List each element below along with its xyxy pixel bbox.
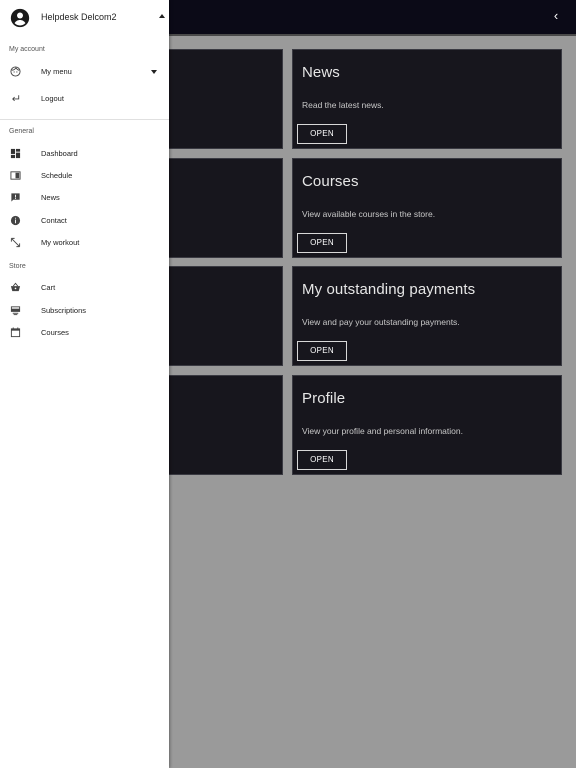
dashboard-card-hidden bbox=[168, 375, 283, 475]
section-store: Store bbox=[9, 263, 26, 270]
menu-item-logout[interactable]: Logout bbox=[0, 89, 169, 109]
outstanding-payments-card: My outstanding payments View and pay you… bbox=[292, 266, 562, 366]
menu-item-subscriptions[interactable]: Subscriptions bbox=[0, 301, 169, 321]
profile-card: Profile View your profile and personal i… bbox=[292, 375, 562, 475]
section-general: General bbox=[9, 128, 34, 135]
card-description: View and pay your outstanding payments. bbox=[302, 317, 460, 327]
caret-down-icon[interactable] bbox=[151, 70, 157, 74]
menu-item-my-menu[interactable]: My menu bbox=[0, 62, 169, 82]
dashboard-card-hidden bbox=[168, 49, 283, 149]
news-card: News Read the latest news. OPEN bbox=[292, 49, 562, 149]
subscriptions-icon bbox=[10, 306, 21, 316]
resize-arrows-icon bbox=[10, 237, 21, 248]
card-description: View available courses in the store. bbox=[302, 209, 436, 219]
dashboard-card-hidden bbox=[168, 266, 283, 366]
menu-item-label: Cart bbox=[41, 283, 56, 292]
dashboard-icon bbox=[10, 148, 21, 159]
menu-item-label: Logout bbox=[41, 94, 64, 103]
card-title: Courses bbox=[302, 173, 359, 190]
schedule-icon bbox=[10, 171, 21, 180]
face-icon bbox=[10, 66, 21, 77]
menu-item-dashboard[interactable]: Dashboard bbox=[0, 144, 169, 164]
menu-item-label: My workout bbox=[41, 238, 80, 247]
card-title: Profile bbox=[302, 390, 346, 407]
card-title: My outstanding payments bbox=[302, 281, 476, 298]
drawer-account-header[interactable]: Helpdesk Delcom2 bbox=[0, 0, 169, 36]
section-my-account: My account bbox=[9, 46, 45, 53]
menu-item-cart[interactable]: Cart bbox=[0, 278, 169, 298]
open-profile-button[interactable]: OPEN bbox=[297, 450, 347, 470]
menu-item-schedule[interactable]: Schedule bbox=[0, 166, 169, 186]
menu-item-news[interactable]: News bbox=[0, 188, 169, 208]
drawer-divider bbox=[0, 119, 169, 120]
user-name: Helpdesk Delcom2 bbox=[41, 12, 117, 22]
menu-item-label: Dashboard bbox=[41, 149, 78, 158]
card-title: News bbox=[302, 64, 340, 81]
menu-item-label: Subscriptions bbox=[41, 306, 87, 315]
menu-item-my-workout[interactable]: My workout bbox=[0, 233, 169, 253]
menu-item-label: Schedule bbox=[41, 171, 73, 180]
menu-item-contact[interactable]: Contact bbox=[0, 211, 169, 231]
dashboard-card-hidden bbox=[168, 158, 283, 258]
courses-card: Courses View available courses in the st… bbox=[292, 158, 562, 258]
open-payments-button[interactable]: OPEN bbox=[297, 341, 347, 361]
open-courses-button[interactable]: OPEN bbox=[297, 233, 347, 253]
open-news-button[interactable]: OPEN bbox=[297, 124, 347, 144]
basket-icon bbox=[10, 282, 21, 292]
menu-item-label: Contact bbox=[41, 216, 67, 225]
caret-up-icon[interactable] bbox=[159, 14, 165, 18]
account-circle-icon bbox=[10, 8, 30, 28]
card-description: View your profile and personal informati… bbox=[302, 426, 463, 436]
card-description: Read the latest news. bbox=[302, 100, 384, 110]
menu-item-label: Courses bbox=[41, 328, 69, 337]
info-icon bbox=[10, 215, 21, 226]
menu-item-courses[interactable]: Courses bbox=[0, 323, 169, 343]
menu-item-label: News bbox=[41, 193, 60, 202]
navigation-drawer: Helpdesk Delcom2 My account My menu Logo… bbox=[0, 0, 169, 768]
logout-arrow-icon bbox=[12, 95, 20, 102]
menu-item-label: My menu bbox=[41, 67, 72, 76]
calendar-icon bbox=[10, 327, 21, 338]
chevron-left-icon[interactable]: ‹ bbox=[548, 8, 564, 24]
announcement-icon bbox=[11, 193, 20, 202]
